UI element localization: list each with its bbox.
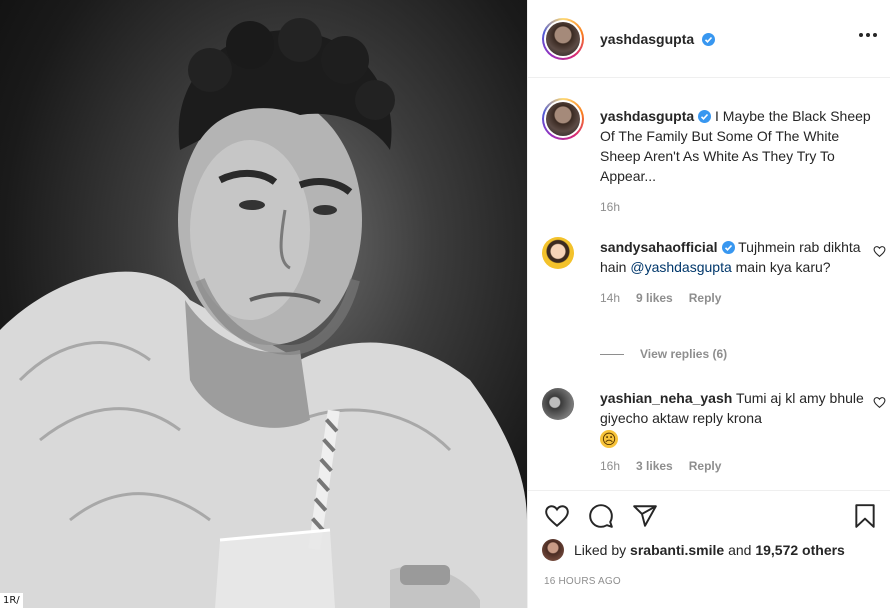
heart-icon[interactable] bbox=[544, 503, 570, 529]
commenter-avatar[interactable] bbox=[542, 237, 574, 269]
comment-like-heart-icon[interactable] bbox=[873, 245, 886, 258]
verified-badge-icon bbox=[698, 110, 712, 123]
caption-meta: 16h bbox=[600, 200, 882, 214]
replies-divider bbox=[600, 353, 624, 355]
comment-text: yashian_neha_yash Tumi aj kl amy bhule g… bbox=[600, 388, 882, 449]
post-caption: yashdasgupta I Maybe the Black Sheep Of … bbox=[542, 98, 882, 214]
more-horizontal-icon[interactable] bbox=[859, 33, 877, 37]
bookmark-icon[interactable] bbox=[852, 503, 878, 529]
post-timestamp[interactable]: 16 HOURS AGO bbox=[544, 576, 621, 587]
comment-like-heart-icon[interactable] bbox=[873, 396, 886, 409]
comment-likes[interactable]: 9 likes bbox=[636, 291, 673, 305]
commenter-username[interactable]: sandysahaofficial bbox=[600, 239, 718, 255]
comment-icon[interactable] bbox=[588, 503, 614, 529]
comment-time[interactable]: 16h bbox=[600, 459, 620, 473]
post-actions: Liked by srabanti.smile and 19,572 other… bbox=[528, 490, 890, 608]
comment-meta: 16h 3 likes Reply bbox=[600, 459, 882, 473]
caption-avatar[interactable] bbox=[542, 98, 584, 140]
comment-item: yashian_neha_yash Tumi aj kl amy bhule g… bbox=[542, 388, 886, 473]
liked-by-user[interactable]: srabanti.smile bbox=[630, 542, 724, 558]
sad-face-emoji-icon: ☹ bbox=[600, 430, 618, 448]
view-replies-label: View replies (6) bbox=[640, 347, 728, 361]
commenter-avatar[interactable] bbox=[542, 388, 574, 420]
verified-badge-icon bbox=[702, 33, 716, 46]
reply-button[interactable]: Reply bbox=[689, 459, 722, 473]
comment-body-end: main kya karu? bbox=[735, 259, 831, 275]
header-user: yashdasgupta bbox=[600, 31, 716, 47]
caption-time[interactable]: 16h bbox=[600, 200, 620, 214]
avatar bbox=[546, 22, 580, 56]
view-replies-button[interactable]: View replies (6) bbox=[600, 347, 727, 361]
verified-badge-icon bbox=[721, 241, 735, 254]
avatar bbox=[546, 102, 580, 136]
liker-avatar[interactable] bbox=[542, 539, 564, 561]
share-icon[interactable] bbox=[632, 503, 658, 529]
post-side-panel: yashdasgupta yashdasgupta I Maybe the Bl… bbox=[527, 0, 890, 608]
comment-text: sandysahaofficial Tujhmein rab dikhta ha… bbox=[600, 237, 882, 277]
mention-link[interactable]: @yashdasgupta bbox=[630, 259, 731, 275]
photo-corner-tag: 1R/ bbox=[0, 593, 23, 608]
post-header: yashdasgupta bbox=[528, 0, 890, 78]
caption-text: yashdasgupta I Maybe the Black Sheep Of … bbox=[600, 98, 882, 186]
post-photo[interactable]: 1R/ bbox=[0, 0, 527, 608]
liked-others-count[interactable]: 19,572 others bbox=[755, 542, 845, 558]
liked-and-label: and bbox=[728, 542, 752, 558]
comment-time[interactable]: 14h bbox=[600, 291, 620, 305]
portrait-illustration bbox=[0, 18, 527, 608]
header-username[interactable]: yashdasgupta bbox=[600, 31, 694, 47]
likes-summary: Liked by srabanti.smile and 19,572 other… bbox=[542, 539, 845, 561]
comment-meta: 14h 9 likes Reply bbox=[600, 291, 882, 305]
header-avatar[interactable] bbox=[542, 18, 584, 60]
caption-username[interactable]: yashdasgupta bbox=[600, 108, 694, 124]
commenter-username[interactable]: yashian_neha_yash bbox=[600, 390, 732, 406]
comment-item: sandysahaofficial Tujhmein rab dikhta ha… bbox=[542, 237, 886, 305]
liked-by-label: Liked by bbox=[574, 542, 627, 558]
comment-likes[interactable]: 3 likes bbox=[636, 459, 673, 473]
reply-button[interactable]: Reply bbox=[689, 291, 722, 305]
